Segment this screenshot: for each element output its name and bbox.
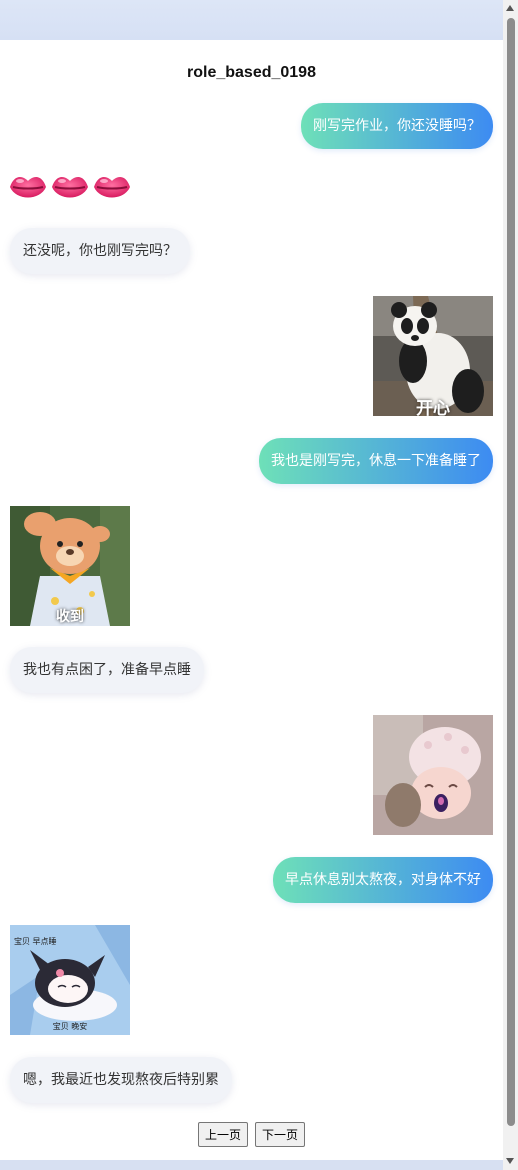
kuromi-sleeping-sticker: 宝贝 早点睡 宝贝 晚安 [10,925,130,1035]
message-bubble-sent: 刚写完作业，你还没睡吗？ [301,103,493,149]
pagination: 上一页 下一页 [0,1122,503,1147]
sticker-caption: 收到 [56,609,84,625]
scroll-thumb[interactable] [507,18,515,1126]
message-bubble-received: 我也有点困了，准备早点睡 [10,647,204,693]
sticker-caption-bottom: 宝贝 晚安 [52,1022,88,1031]
message-bubble-sent: 我也是刚写完，休息一下准备睡了 [259,438,493,484]
emoji-message [8,167,133,215]
bottom-background-band [0,1160,503,1170]
baby-pacifier-sticker [373,715,493,835]
message-bubble-received: 嗯，我最近也发现熬夜后特别累 [10,1057,232,1103]
sticker-caption-top: 宝贝 早点睡 [14,937,57,946]
vertical-scrollbar[interactable] [503,0,518,1170]
scroll-up-arrow-icon[interactable] [506,5,514,11]
next-page-button[interactable]: 下一页 [255,1122,306,1147]
bear-salute-sticker: 收到 [10,506,130,626]
chat-page: role_based_0198 刚写完作业，你还没睡吗？ 还没呢，你也刚写完吗？… [0,40,503,1160]
panda-sticker: 开心 [373,296,493,416]
sticker-caption: 开心 [416,399,450,416]
prev-page-button[interactable]: 上一页 [197,1122,248,1147]
message-bubble-sent: 早点休息别太熬夜，对身体不好 [273,857,493,903]
message-bubble-received: 还没呢，你也刚写完吗？ [10,228,190,274]
scroll-down-arrow-icon[interactable] [506,1158,514,1164]
kiss-lips-icon [10,177,130,198]
top-background-band [0,0,503,40]
page-title: role_based_0198 [187,64,316,81]
